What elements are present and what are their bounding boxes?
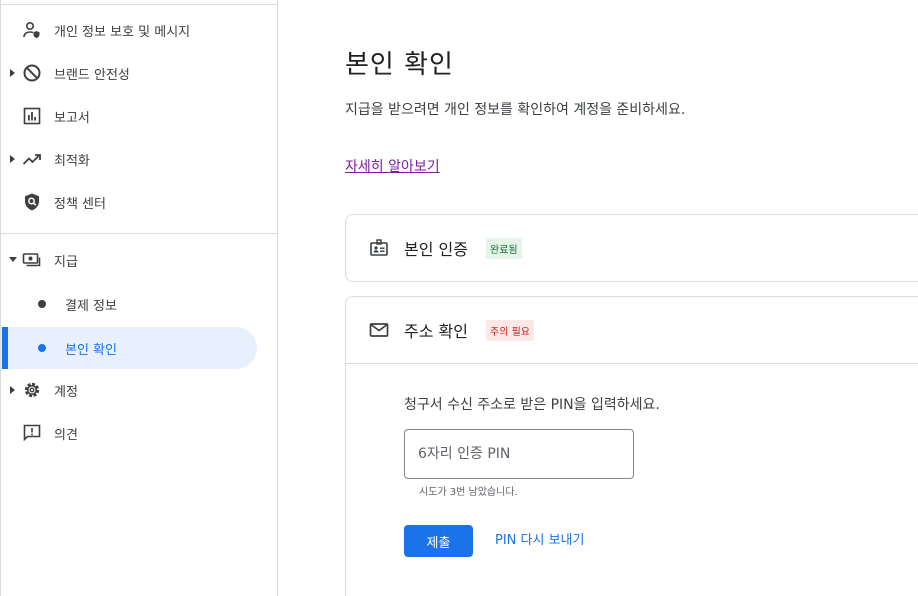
sidebar-top-divider — [1, 4, 278, 5]
sidebar-subitem-label: 결제 정보 — [65, 298, 117, 314]
sidebar-item-brand-safety[interactable]: 브랜드 안전성 — [1, 53, 278, 93]
sidebar-item-payments[interactable]: 지급 — [1, 240, 278, 280]
caret-down-icon[interactable] — [9, 255, 17, 265]
caret-right-icon[interactable] — [9, 68, 17, 78]
sidebar-item-label: 개인 정보 보호 및 메시지 — [54, 24, 191, 40]
sidebar-divider — [1, 233, 278, 234]
page-description: 지급을 받으려면 개인 정보를 확인하여 계정을 준비하세요. — [345, 102, 686, 118]
sidebar-item-label: 지급 — [54, 254, 78, 270]
trending-up-icon — [22, 149, 42, 169]
caret-right-icon[interactable] — [9, 385, 17, 395]
sidebar-item-label: 정책 센터 — [54, 196, 106, 212]
sidebar-item-policy-center[interactable]: 정책 센터 — [1, 182, 278, 222]
card-header[interactable]: 본인 인증 완료됨 — [346, 215, 918, 281]
gear-icon — [22, 380, 42, 400]
bullet-icon — [38, 300, 46, 308]
sidebar-item-optimization[interactable]: 최적화 — [1, 139, 278, 179]
policy-shield-icon — [22, 192, 42, 212]
sidebar-item-reports[interactable]: 보고서 — [1, 96, 278, 136]
status-badge-complete: 완료됨 — [486, 237, 522, 259]
payments-icon — [22, 250, 42, 270]
attempts-remaining: 시도가 3번 남았습니다. — [419, 487, 518, 498]
identity-verification-card[interactable]: 본인 인증 완료됨 — [345, 214, 918, 282]
sidebar-subitem-payment-info[interactable]: 결제 정보 — [1, 283, 257, 325]
main-content: 본인 확인 지급을 받으려면 개인 정보를 확인하여 계정을 준비하세요. 자세… — [278, 0, 918, 596]
resend-pin-button[interactable]: PIN 다시 보내기 — [495, 525, 584, 557]
sidebar-item-label: 보고서 — [54, 110, 90, 126]
submit-button[interactable]: 제출 — [404, 525, 473, 557]
card-title: 본인 인증 — [404, 240, 468, 259]
id-badge-icon — [368, 237, 390, 259]
card-title: 주소 확인 — [404, 322, 468, 341]
feedback-icon — [22, 423, 42, 443]
learn-more-link[interactable]: 자세히 알아보기 — [345, 156, 440, 176]
sidebar: 개인 정보 보호 및 메시지 브랜드 안전성 보고서 최적화 정책 센터 지급 … — [0, 0, 278, 596]
app-root: 개인 정보 보호 및 메시지 브랜드 안전성 보고서 최적화 정책 센터 지급 … — [0, 0, 918, 596]
sidebar-item-label: 의견 — [54, 427, 78, 443]
person-shield-icon — [22, 20, 42, 40]
bar-chart-icon — [22, 106, 42, 126]
status-badge-attention: 주의 필요 — [486, 319, 534, 341]
sidebar-item-label: 최적화 — [54, 153, 90, 169]
sidebar-subitem-label: 본인 확인 — [65, 342, 117, 358]
sidebar-item-privacy-messaging[interactable]: 개인 정보 보호 및 메시지 — [1, 10, 278, 50]
active-indicator — [2, 327, 8, 369]
card-divider — [346, 363, 918, 364]
mail-icon — [368, 319, 390, 341]
sidebar-item-label: 브랜드 안전성 — [54, 67, 130, 83]
block-icon — [22, 63, 42, 83]
sidebar-item-label: 계정 — [54, 384, 78, 400]
page-title: 본인 확인 — [345, 50, 454, 80]
sidebar-subitem-identity-verification[interactable]: 본인 확인 — [1, 327, 257, 369]
address-verification-card: 주소 확인 주의 필요 청구서 수신 주소로 받은 PIN을 입력하세요. 시도… — [345, 296, 918, 596]
pin-instruction: 청구서 수신 주소로 받은 PIN을 입력하세요. — [404, 397, 660, 413]
bullet-icon — [38, 344, 46, 352]
card-header[interactable]: 주소 확인 주의 필요 — [346, 297, 918, 363]
pin-input[interactable] — [404, 429, 634, 479]
sidebar-item-feedback[interactable]: 의견 — [1, 413, 278, 453]
caret-right-icon[interactable] — [9, 154, 17, 164]
sidebar-item-account[interactable]: 계정 — [1, 370, 278, 410]
